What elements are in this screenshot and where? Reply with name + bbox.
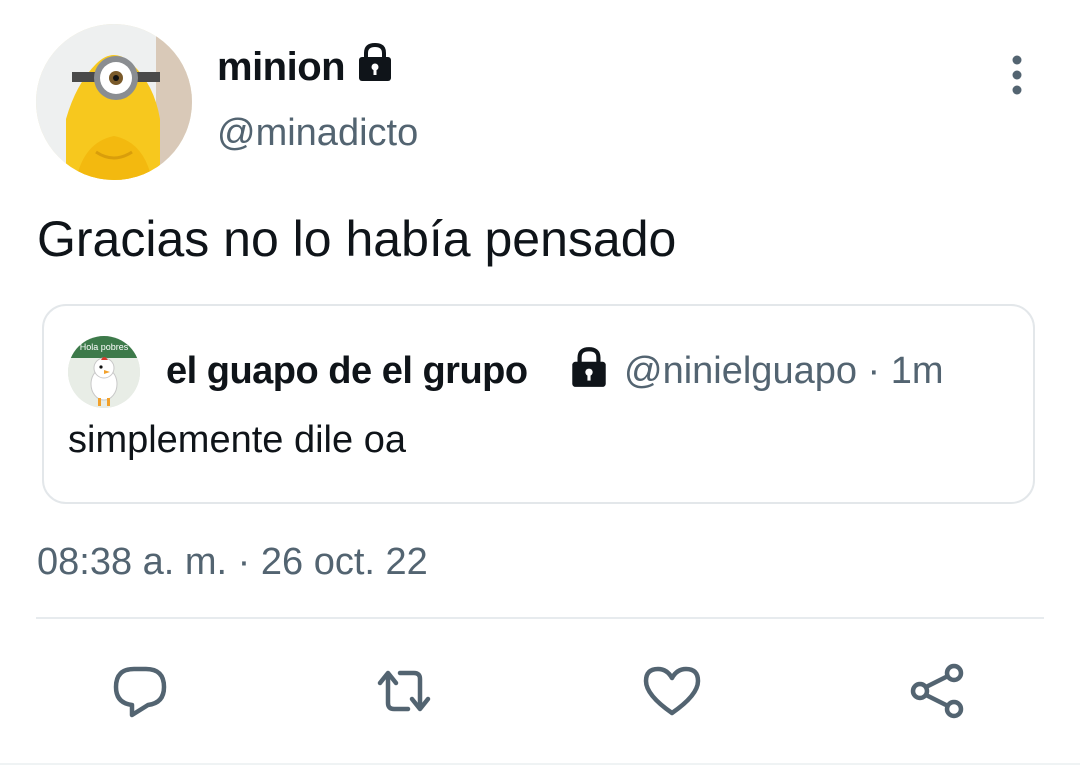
quoted-tweet-text: simplemente dile oa bbox=[68, 419, 406, 461]
more-options-icon[interactable] bbox=[1000, 52, 1034, 98]
quoted-tweet-card[interactable] bbox=[42, 304, 1035, 504]
author-handle[interactable]: @minadicto bbox=[217, 108, 418, 158]
author-avatar[interactable] bbox=[36, 24, 192, 180]
lock-icon bbox=[566, 344, 612, 390]
divider bbox=[36, 617, 1044, 619]
avatar-caption: Hola pobres bbox=[80, 342, 129, 352]
share-button[interactable] bbox=[906, 659, 970, 723]
reply-button[interactable] bbox=[108, 659, 172, 723]
retweet-button[interactable] bbox=[372, 659, 436, 723]
tweet-timestamp[interactable]: 08:38 a. m. · 26 oct. 22 bbox=[37, 537, 428, 587]
chicken-avatar-image: Hola pobres bbox=[68, 336, 140, 408]
quoted-handle-time: @ninielguapo · 1m bbox=[624, 350, 944, 392]
share-icon bbox=[910, 663, 964, 719]
retweet-icon bbox=[377, 670, 431, 712]
tweet-text: Gracias no lo había pensado bbox=[37, 211, 677, 267]
like-button[interactable] bbox=[640, 659, 704, 723]
quoted-author-display-name: el guapo de el grupo bbox=[166, 350, 528, 392]
author-display-name[interactable]: minion bbox=[217, 42, 346, 92]
comment-icon bbox=[113, 666, 167, 718]
lock-icon bbox=[353, 40, 397, 84]
divider bbox=[0, 763, 1080, 765]
quoted-author-avatar: Hola pobres bbox=[68, 336, 140, 408]
minion-avatar-image bbox=[36, 24, 192, 180]
heart-icon bbox=[643, 666, 701, 716]
